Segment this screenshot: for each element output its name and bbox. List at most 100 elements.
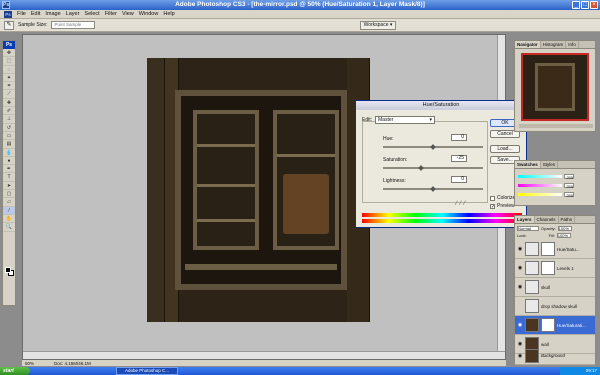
pen-tool-icon[interactable]: ✒ [3, 165, 15, 174]
colorize-checkbox-box[interactable] [490, 195, 495, 201]
navigator-panel: Navigator Histogram Info [514, 40, 596, 132]
tab-layers[interactable]: Layers [515, 216, 535, 223]
tab-histogram[interactable]: Histogram [541, 41, 567, 48]
hue-input[interactable]: 0 [451, 134, 467, 141]
edit-select[interactable]: Master [375, 116, 436, 124]
clone-stamp-tool-icon[interactable]: ⊥ [3, 115, 15, 124]
blur-tool-icon[interactable]: 💧 [3, 149, 15, 157]
lightness-slider-thumb[interactable] [430, 186, 436, 192]
menu-bar: Ps File Edit Image Layer Select Filter V… [0, 10, 600, 19]
healing-brush-tool-icon[interactable]: ✚ [3, 99, 15, 108]
tab-styles[interactable]: Styles [541, 161, 559, 168]
menu-view[interactable]: View [122, 11, 134, 17]
edit-label: Edit: [362, 117, 373, 123]
menu-window[interactable]: Window [139, 11, 159, 17]
blend-mode-select[interactable]: Normal [517, 226, 539, 231]
tab-swatches[interactable]: Swatches [515, 161, 541, 168]
path-selection-tool-icon[interactable]: ➤ [3, 182, 15, 191]
navigator-thumbnail[interactable] [521, 53, 589, 121]
image-canvas[interactable] [147, 58, 370, 322]
visibility-eye-icon[interactable]: ◉ [517, 353, 523, 359]
red-slider[interactable] [518, 175, 562, 178]
taskbar-item-photoshop[interactable]: Adobe Photoshop C... [116, 367, 178, 375]
add-to-sample-icon[interactable]: ⁄ [460, 201, 461, 207]
tab-channels[interactable]: Channels [535, 216, 559, 223]
minimize-button[interactable]: _ [572, 1, 580, 9]
tab-info[interactable]: Info [566, 41, 579, 48]
lock-row: Lock: Fill: 100% [515, 232, 595, 239]
blue-slider[interactable] [518, 193, 562, 196]
subtract-from-sample-icon[interactable]: ⁄ [464, 201, 465, 207]
menu-select[interactable]: Select [84, 11, 99, 17]
layer-row[interactable]: ◉ Background [515, 347, 595, 365]
slice-tool-icon[interactable]: ⟋ [3, 90, 15, 99]
color-row-r: 255 [518, 174, 574, 180]
foreground-color-swatch[interactable] [5, 267, 11, 273]
fill-input[interactable]: 100% [556, 233, 571, 238]
workspace-button[interactable]: Workspace ▾ [360, 21, 396, 30]
dodge-tool-icon[interactable]: ● [3, 157, 15, 166]
layer-row[interactable]: ◉ Hue/Satu... [515, 240, 595, 259]
layer-row[interactable]: drop shadow skull [515, 297, 595, 316]
type-tool-icon[interactable]: T [3, 173, 15, 182]
navigator-zoom-slider[interactable] [519, 124, 593, 128]
move-tool-icon[interactable]: ✥ [3, 49, 15, 58]
menu-edit[interactable]: Edit [31, 11, 40, 17]
eyedropper-icon[interactable]: ⁄ [456, 201, 457, 207]
zoom-tool-icon[interactable]: 🔍 [3, 223, 15, 232]
notes-tool-icon[interactable]: ▱ [3, 198, 15, 207]
menu-image[interactable]: Image [45, 11, 60, 17]
visibility-eye-icon[interactable]: ◉ [517, 322, 523, 328]
toolbox: Ps ✥ ⬚ ◌ ✦ ⌗ ⟋ ✚ ✐ ⊥ ↺ ▭ ▤ 💧 ● ✒ T ➤ ▢ ▱… [2, 40, 16, 306]
shape-tool-icon[interactable]: ▢ [3, 190, 15, 199]
visibility-eye-icon[interactable]: ◉ [517, 284, 523, 290]
hue-slider[interactable] [383, 144, 483, 150]
horizontal-scrollbar[interactable] [23, 351, 505, 359]
layer-row[interactable]: ◉ skull [515, 278, 595, 297]
tab-navigator[interactable]: Navigator [515, 41, 541, 48]
saturation-slider-thumb[interactable] [418, 165, 424, 171]
saturation-slider[interactable] [383, 165, 483, 171]
app-icon[interactable]: Ps [4, 10, 12, 18]
eyedropper-tool-icon[interactable]: ✎ [4, 20, 14, 30]
gradient-tool-icon[interactable]: ▤ [3, 140, 15, 149]
lasso-tool-icon[interactable]: ◌ [3, 66, 15, 74]
layer-row[interactable]: ◉ Levels 1 [515, 259, 595, 278]
maximize-button[interactable]: □ [581, 1, 589, 9]
brush-tool-icon[interactable]: ✐ [3, 107, 15, 116]
sample-size-select[interactable]: Point Sample [51, 21, 96, 29]
lightness-slider[interactable] [383, 186, 483, 192]
hue-slider-thumb[interactable] [430, 144, 436, 150]
menu-file[interactable]: File [17, 11, 26, 17]
eyedropper-tool-icon[interactable]: ⁄ [3, 206, 15, 215]
crop-tool-icon[interactable]: ⌗ [3, 82, 15, 91]
preview-checkbox[interactable]: ✓ Preview [490, 203, 515, 209]
green-slider[interactable] [518, 184, 562, 187]
lightness-input[interactable]: 0 [451, 176, 467, 183]
opacity-input[interactable]: 100% [557, 226, 572, 231]
start-button[interactable]: start [0, 367, 30, 375]
history-brush-tool-icon[interactable]: ↺ [3, 124, 15, 132]
zoom-level[interactable]: 50% [25, 361, 34, 366]
marquee-tool-icon[interactable]: ⬚ [3, 57, 15, 66]
visibility-eye-icon[interactable] [517, 303, 523, 309]
magic-wand-tool-icon[interactable]: ✦ [3, 74, 15, 83]
edit-row: Edit: Master [362, 116, 436, 124]
blue-value[interactable]: 255 [564, 192, 574, 198]
hand-tool-icon[interactable]: ✋ [3, 215, 15, 224]
menu-filter[interactable]: Filter [105, 11, 117, 17]
green-value[interactable]: 255 [564, 183, 574, 189]
eraser-tool-icon[interactable]: ▭ [3, 132, 15, 141]
preview-checkbox-box[interactable]: ✓ [490, 203, 495, 209]
layer-row-selected[interactable]: ◉ Hue/Saturati... [515, 316, 595, 335]
menu-layer[interactable]: Layer [66, 11, 80, 17]
colorize-checkbox[interactable]: Colorize [490, 195, 515, 201]
tab-paths[interactable]: Paths [559, 216, 576, 223]
visibility-eye-icon[interactable]: ◉ [517, 246, 523, 252]
red-value[interactable]: 255 [564, 174, 574, 180]
visibility-eye-icon[interactable]: ◉ [517, 265, 523, 271]
saturation-input[interactable]: -25 [451, 155, 467, 162]
load-button[interactable]: Load... [490, 145, 520, 153]
menu-help[interactable]: Help [163, 11, 174, 17]
close-button[interactable]: × [590, 1, 598, 9]
